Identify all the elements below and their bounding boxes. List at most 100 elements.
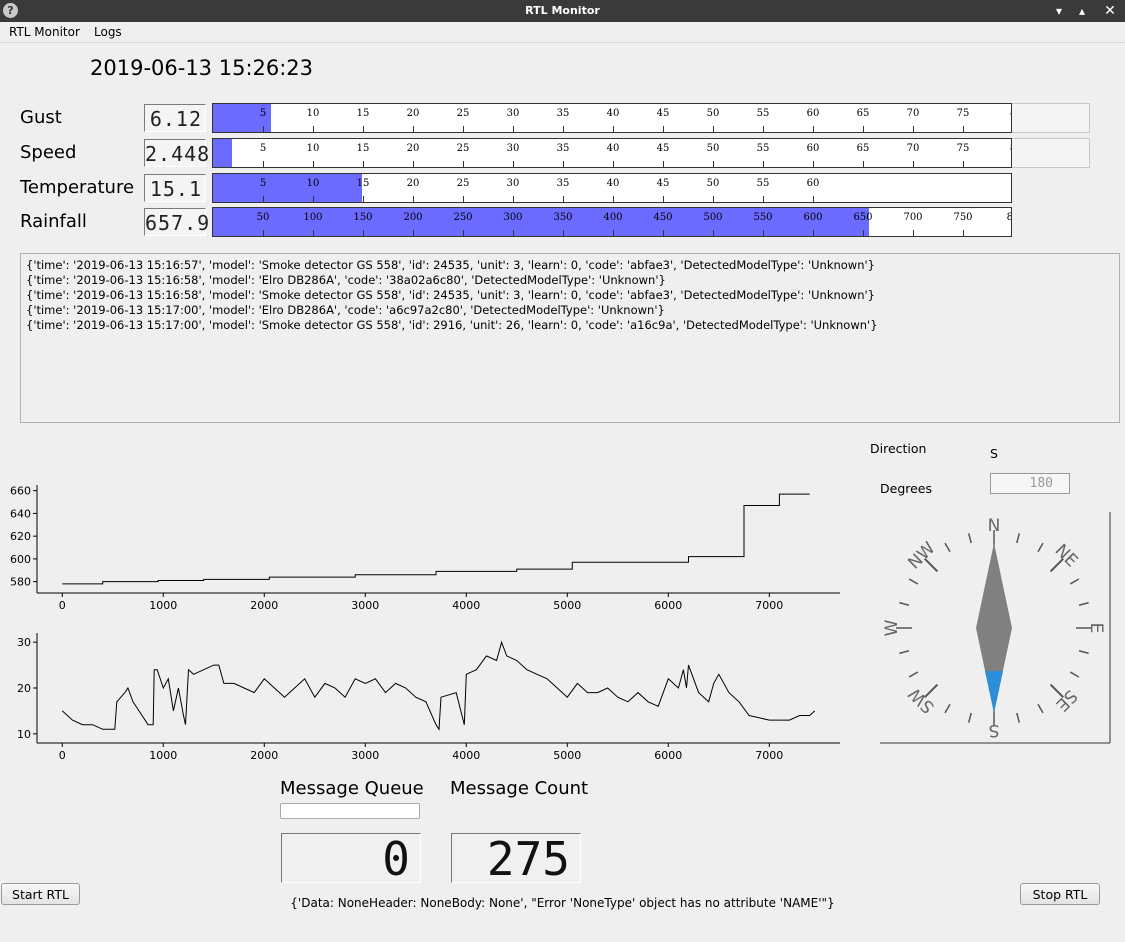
- menu-bar: RTL Monitor Logs: [0, 22, 1125, 43]
- gauge-tick-label: 75: [956, 108, 970, 119]
- message-queue-label: Message Queue: [280, 778, 424, 799]
- compass-needle: [976, 543, 1012, 713]
- gauge-value-display: 15.1: [144, 174, 206, 202]
- x-tick-label: 4000: [452, 749, 480, 762]
- gauge-tick-mark: [413, 196, 414, 202]
- gauge-tick-mark: [963, 230, 964, 236]
- gauge-tick-mark: [763, 126, 764, 132]
- x-tick-label: 7000: [755, 599, 783, 612]
- menu-rtl-monitor[interactable]: RTL Monitor: [9, 25, 80, 39]
- menu-chevron-icon[interactable]: ▾: [1050, 2, 1068, 20]
- gauge-label: Speed: [20, 142, 77, 163]
- gauge-tick-label: 20: [406, 108, 420, 119]
- gauge-tick-label: 70: [906, 108, 920, 119]
- x-tick-label: 0: [59, 599, 66, 612]
- compass-tick: [1037, 542, 1044, 553]
- gauge-tick-label: 45: [656, 178, 670, 189]
- gauge-tick-label: 5: [259, 143, 267, 154]
- compass-tick: [899, 650, 910, 655]
- compass-tick: [899, 601, 910, 606]
- gauge-value-display: 2.448: [144, 139, 209, 167]
- gauge-tick-mark: [413, 161, 414, 167]
- y-tick-label: 660: [10, 485, 31, 498]
- gauge-tick-mark: [563, 161, 564, 167]
- y-tick-label: 30: [17, 636, 31, 649]
- gauge-tick-label: 300: [503, 212, 523, 223]
- gauge-tick-label: 650: [853, 212, 873, 223]
- gauge-tick-mark: [663, 230, 664, 236]
- gauge-tick-mark: [613, 161, 614, 167]
- temperature-chart: 0 1000 2000 3000 4000 5000 6000 7000 10 20 30: [17, 633, 840, 762]
- gauge-tick-mark: [263, 126, 264, 132]
- gauge-tick-label: 50: [706, 178, 720, 189]
- gauge-tick-label: 30: [506, 108, 520, 119]
- log-line: {'time': '2019-06-13 15:17:00', 'model':…: [26, 318, 878, 332]
- log-line: {'time': '2019-06-13 15:16:57', 'model':…: [26, 258, 875, 272]
- gauge-tick-label: 40: [606, 143, 620, 154]
- degrees-display: 180: [990, 473, 1070, 494]
- gauge-bar: 510152025303540455055606570758: [212, 138, 1012, 168]
- gauge-tick-mark: [863, 230, 864, 236]
- x-tick-label: 7000: [755, 749, 783, 762]
- x-tick-label: 6000: [654, 749, 682, 762]
- message-queue-progress: [280, 803, 420, 819]
- gauge-tick-mark: [663, 196, 664, 202]
- gauge-tick-label: 450: [653, 212, 673, 223]
- message-count-label: Message Count: [450, 778, 589, 799]
- compass-tick: [944, 542, 951, 553]
- gauge-tick-label: 55: [756, 143, 770, 154]
- gauge-tick-label: 5: [259, 178, 267, 189]
- series-line: [62, 493, 810, 585]
- gauge-tick-mark: [313, 161, 314, 167]
- gauge-tick-mark: [363, 126, 364, 132]
- x-tick-label: 1000: [149, 599, 177, 612]
- x-tick-label: 3000: [351, 599, 379, 612]
- gauge-tick-label: 200: [403, 212, 423, 223]
- gauge-tick-label: 600: [803, 212, 823, 223]
- gauge-tick-label: 550: [753, 212, 773, 223]
- compass-tick: [1037, 703, 1044, 714]
- gauge-tick-mark: [813, 230, 814, 236]
- message-log[interactable]: {'time': '2019-06-13 15:16:57', 'model':…: [20, 253, 1120, 423]
- maximize-icon[interactable]: ▴: [1073, 2, 1091, 20]
- log-line: {'time': '2019-06-13 15:16:58', 'model':…: [26, 288, 875, 302]
- gauge-tick-label: 45: [656, 108, 670, 119]
- compass-label-s: S: [989, 720, 1000, 740]
- gauge-tick-mark: [563, 230, 564, 236]
- compass-tick: [1078, 650, 1089, 655]
- gauge-tick-label: 75: [956, 143, 970, 154]
- x-tick-label: 3000: [351, 749, 379, 762]
- gauge-tick-mark: [963, 161, 964, 167]
- gauge-tick-label: 350: [553, 212, 573, 223]
- gauge-tick-mark: [863, 126, 864, 132]
- gauge-tick-label: 50: [706, 143, 720, 154]
- gauge-tick-mark: [763, 230, 764, 236]
- gauge-tick-mark: [263, 196, 264, 202]
- gauge-tick-mark: [663, 161, 664, 167]
- gauge-tick-label: 100: [303, 212, 323, 223]
- menu-logs[interactable]: Logs: [94, 25, 122, 39]
- gauge-tick-mark: [513, 196, 514, 202]
- gauge-tick-label: 50: [706, 108, 720, 119]
- y-tick-label: 620: [10, 530, 31, 543]
- x-tick-label: 2000: [250, 599, 278, 612]
- gauge-tick-mark: [913, 230, 914, 236]
- y-tick-label: 10: [17, 728, 31, 741]
- x-tick-label: 1000: [149, 749, 177, 762]
- gauge-tick-mark: [463, 161, 464, 167]
- gauge-label: Rainfall: [20, 211, 87, 232]
- gauge-tick-mark: [563, 196, 564, 202]
- gauge-tick-label: 60: [806, 143, 820, 154]
- x-tick-label: 4000: [452, 599, 480, 612]
- compass-tick: [1069, 578, 1080, 585]
- close-icon[interactable]: ✕: [1101, 2, 1119, 20]
- gauge-tick-label: 35: [556, 178, 570, 189]
- gauge-tick-mark: [463, 126, 464, 132]
- gauge-tick-mark: [813, 161, 814, 167]
- gauge-tick-label: 60: [806, 178, 820, 189]
- gauge-label: Gust: [20, 107, 62, 128]
- gauge-bar: 50 100 150 200 250 300 350 400 450 500 550 600 650 70…: [212, 207, 1012, 237]
- gauge-tick-label: 60: [806, 108, 820, 119]
- window-title: RTL Monitor: [525, 4, 600, 17]
- gauge-tick-mark: [613, 126, 614, 132]
